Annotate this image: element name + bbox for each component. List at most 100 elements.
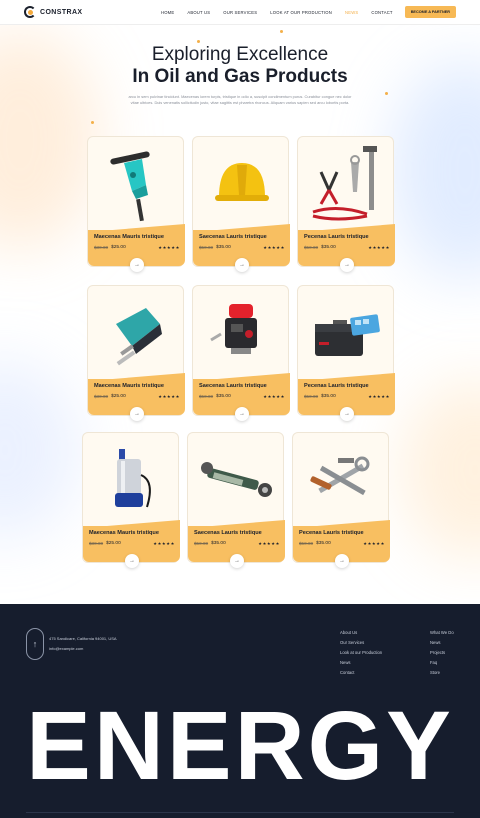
product-card[interactable]: Saecenas Lauris tristique $50.00 $35.00 … bbox=[187, 432, 285, 568]
footer-link-store[interactable]: Store bbox=[430, 668, 454, 678]
rating-stars-icon: ★★★★★ bbox=[158, 245, 180, 250]
footer-link-faq[interactable]: Faq bbox=[430, 658, 454, 668]
hero-description: arcu in sem pulvinar tincidunt. Maecenas… bbox=[128, 94, 352, 106]
nav-our-services[interactable]: OUR SERVICES bbox=[223, 10, 257, 15]
nav-news[interactable]: NEWS bbox=[345, 10, 358, 15]
product-name: Pecenas Lauris tristique bbox=[304, 383, 369, 389]
decor-dot bbox=[197, 40, 200, 43]
footer-link-news[interactable]: News bbox=[340, 658, 382, 668]
footer-links-secondary: What We Do News Projects Faq Store bbox=[430, 628, 454, 678]
footer-link-about[interactable]: About Us bbox=[340, 628, 382, 638]
footer-address: 475 Sandicare, California 94001, USA bbox=[49, 636, 117, 641]
product-name: Maecenas Mauris tristique bbox=[89, 530, 159, 536]
price: $35.00 bbox=[316, 541, 331, 546]
old-price: $50.00 bbox=[199, 245, 214, 250]
arrow-right-button[interactable]: → bbox=[235, 258, 249, 272]
hero-section: Exploring Excellence In Oil and Gas Prod… bbox=[0, 44, 480, 106]
decor-dot bbox=[91, 121, 94, 124]
main-nav: HOME ABOUT US OUR SERVICES LOOK AT OUR P… bbox=[148, 6, 456, 18]
price: $35.00 bbox=[321, 245, 336, 250]
rating-stars-icon: ★★★★★ bbox=[258, 541, 280, 546]
product-card[interactable]: Maecenas Mauris tristique $30.00 $25.00 … bbox=[82, 432, 180, 568]
logo-text: CONSTRAX bbox=[40, 8, 83, 16]
product-card[interactable]: Pecenas Lauris tristique $50.00 $35.00 ★… bbox=[297, 136, 395, 272]
footer-email[interactable]: info@example.com bbox=[49, 646, 83, 651]
arrow-right-button[interactable]: → bbox=[340, 258, 354, 272]
hero-title-line2: In Oil and Gas Products bbox=[132, 66, 348, 87]
product-name: Saecenas Lauris tristique bbox=[199, 234, 267, 240]
arrow-right-button[interactable]: → bbox=[130, 258, 144, 272]
price: $25.00 bbox=[106, 541, 121, 546]
footer-links-primary: About Us Our Services Look at our Produc… bbox=[340, 628, 382, 678]
footer-big-word: ENERGY bbox=[26, 691, 454, 800]
wrench-set-icon bbox=[293, 433, 390, 528]
arrow-right-button[interactable]: → bbox=[130, 407, 144, 421]
product-name: Saecenas Lauris tristique bbox=[199, 383, 267, 389]
scroll-top-button[interactable]: ↑ bbox=[26, 628, 44, 660]
arrow-right-button[interactable]: → bbox=[335, 554, 349, 568]
rating-stars-icon: ★★★★★ bbox=[263, 245, 285, 250]
product-name: Maecenas Mauris tristique bbox=[94, 234, 164, 240]
old-price: $50.00 bbox=[194, 541, 209, 546]
hand-tools-icon bbox=[298, 137, 395, 232]
product-name: Maecenas Mauris tristique bbox=[94, 383, 164, 389]
footer-link-production[interactable]: Look at our Production bbox=[340, 648, 382, 658]
old-price: $30.00 bbox=[94, 245, 109, 250]
footer-link-services[interactable]: Our Services bbox=[340, 638, 382, 648]
arrow-right-button[interactable]: → bbox=[125, 554, 139, 568]
rating-stars-icon: ★★★★★ bbox=[153, 541, 175, 546]
product-name: Pecenas Lauris tristique bbox=[304, 234, 369, 240]
toolbox-icon bbox=[298, 286, 395, 381]
price: $35.00 bbox=[216, 394, 231, 399]
nav-home[interactable]: HOME bbox=[161, 10, 174, 15]
price: $25.00 bbox=[111, 394, 126, 399]
product-card[interactable]: Pecenas Lauris tristique $50.00 $35.00 ★… bbox=[292, 432, 390, 568]
arrow-up-icon: ↑ bbox=[32, 639, 38, 649]
hydraulic-cylinder-icon bbox=[188, 433, 285, 528]
footer-link-what-we-do[interactable]: What We Do bbox=[430, 628, 454, 638]
footer-link-contact[interactable]: Contact bbox=[340, 668, 382, 678]
nav-contact[interactable]: CONTACT bbox=[371, 10, 392, 15]
old-price: $50.00 bbox=[304, 245, 319, 250]
product-card[interactable]: Maecenas Mauris tristique $30.00 $25.00 … bbox=[87, 136, 185, 272]
decor-dot bbox=[280, 30, 283, 33]
hero-title-line1: Exploring Excellence bbox=[151, 44, 329, 65]
jackhammer-icon bbox=[88, 137, 185, 232]
nav-production[interactable]: LOOK AT OUR PRODUCTION bbox=[270, 10, 332, 15]
rating-stars-icon: ★★★★★ bbox=[158, 394, 180, 399]
arrow-right-button[interactable]: → bbox=[340, 407, 354, 421]
become-partner-button[interactable]: BECOME A PARTNER bbox=[404, 6, 456, 18]
old-price: $50.00 bbox=[299, 541, 314, 546]
arrow-right-button[interactable]: → bbox=[230, 554, 244, 568]
pump-controller-icon bbox=[193, 286, 290, 381]
price: $35.00 bbox=[216, 245, 231, 250]
product-card[interactable]: Pecenas Lauris tristique $50.00 $35.00 ★… bbox=[297, 285, 395, 421]
product-name: Saecenas Lauris tristique bbox=[194, 530, 262, 536]
rating-stars-icon: ★★★★★ bbox=[368, 394, 390, 399]
hard-hat-icon bbox=[193, 137, 290, 232]
site-header: CONSTRAX HOME ABOUT US OUR SERVICES LOOK… bbox=[0, 0, 480, 25]
product-card[interactable]: Saecenas Lauris tristique $50.00 $35.00 … bbox=[192, 136, 290, 272]
old-price: $50.00 bbox=[199, 394, 214, 399]
rating-stars-icon: ★★★★★ bbox=[363, 541, 385, 546]
old-price: $30.00 bbox=[94, 394, 109, 399]
old-price: $30.00 bbox=[89, 541, 104, 546]
price: $35.00 bbox=[321, 394, 336, 399]
rating-stars-icon: ★★★★★ bbox=[368, 245, 390, 250]
logo[interactable]: CONSTRAX bbox=[24, 6, 82, 18]
jigsaw-icon bbox=[88, 286, 185, 381]
product-card[interactable]: Maecenas Mauris tristique $30.00 $25.00 … bbox=[87, 285, 185, 421]
product-name: Pecenas Lauris tristique bbox=[299, 530, 364, 536]
price: $35.00 bbox=[211, 541, 226, 546]
nav-about-us[interactable]: ABOUT US bbox=[187, 10, 210, 15]
footer-link-projects[interactable]: Projects bbox=[430, 648, 454, 658]
site-footer: ↑ 475 Sandicare, California 94001, USA i… bbox=[0, 604, 480, 818]
submersible-pump-icon bbox=[83, 433, 180, 528]
footer-divider bbox=[26, 812, 454, 813]
footer-link-news-2[interactable]: News bbox=[430, 638, 454, 648]
rating-stars-icon: ★★★★★ bbox=[263, 394, 285, 399]
old-price: $50.00 bbox=[304, 394, 319, 399]
product-card[interactable]: Saecenas Lauris tristique $50.00 $35.00 … bbox=[192, 285, 290, 421]
logo-icon bbox=[24, 6, 36, 18]
arrow-right-button[interactable]: → bbox=[235, 407, 249, 421]
